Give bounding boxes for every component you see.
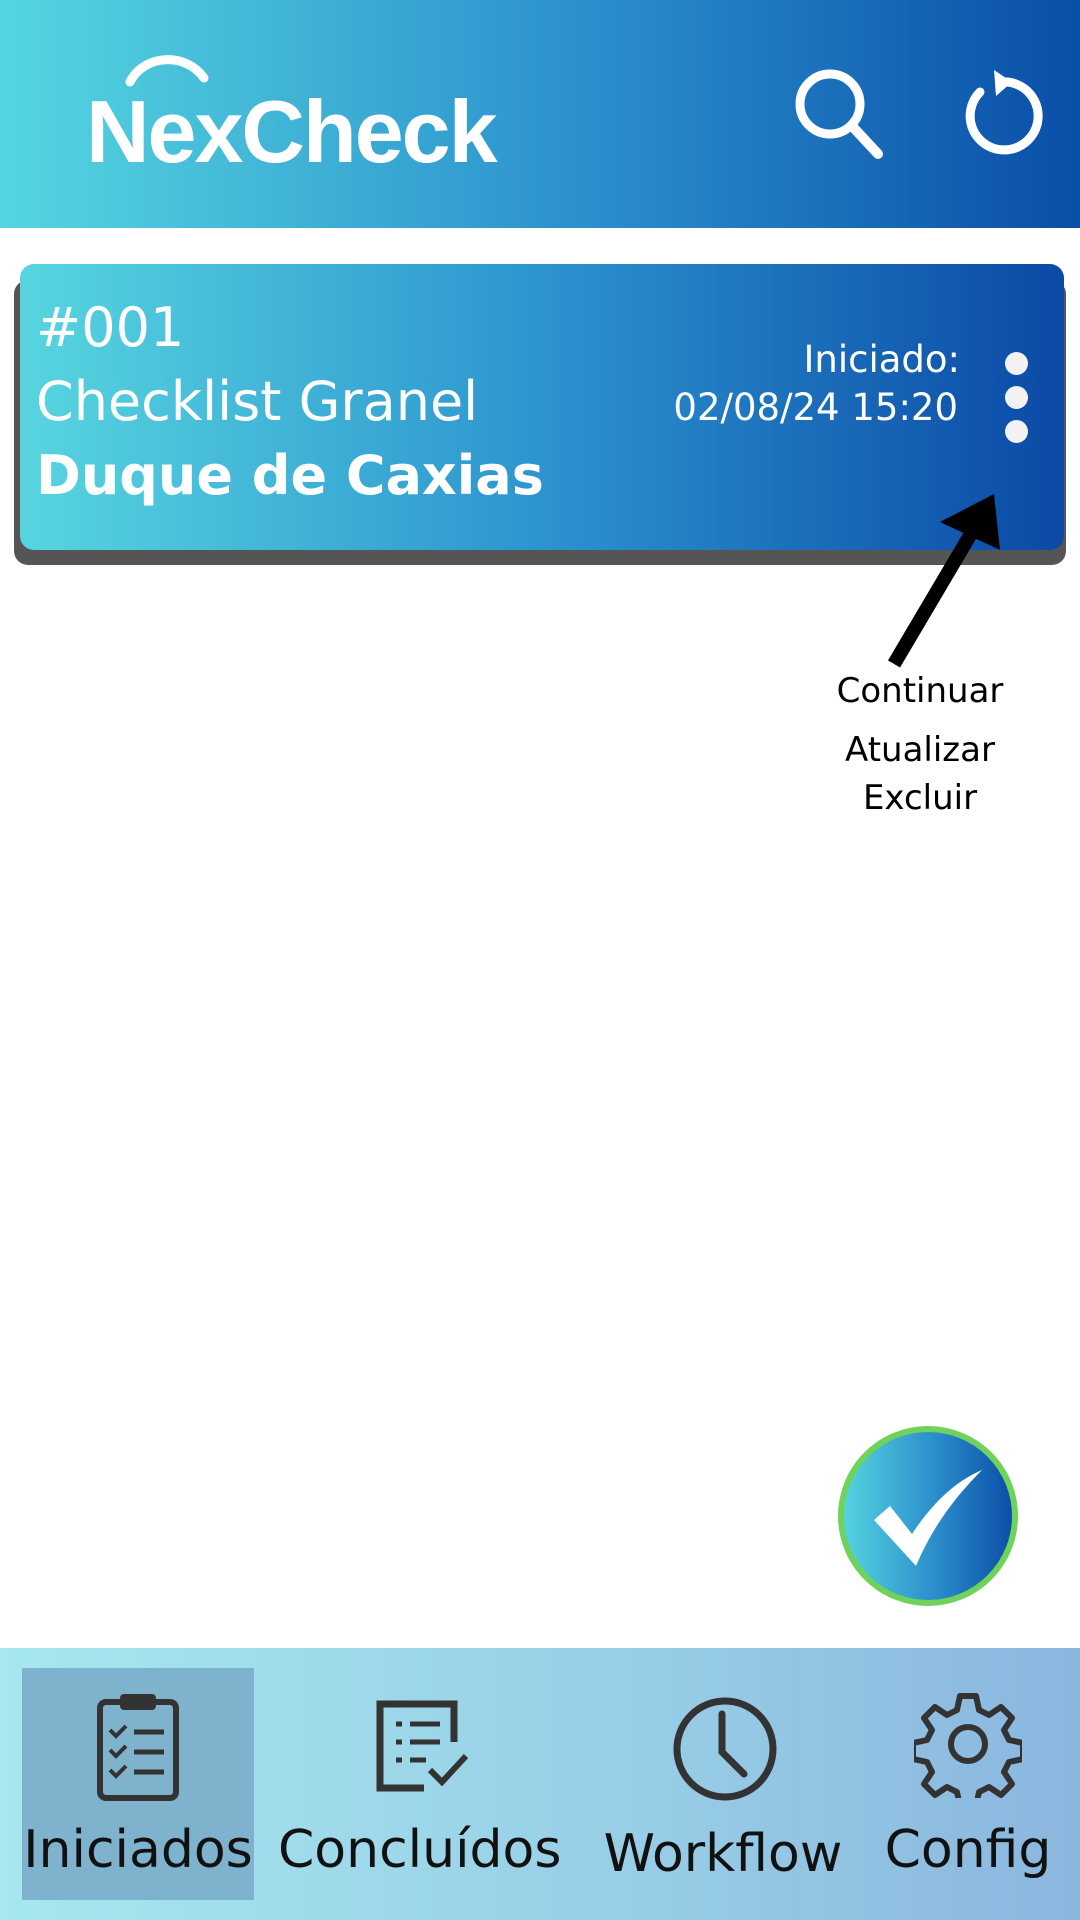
bottom-nav: Iniciados Concluídos Workflow Config: [0, 1648, 1080, 1920]
gear-icon: [914, 1693, 1022, 1798]
nav-label-config: Config: [884, 1820, 1052, 1880]
refresh-icon: [965, 70, 1043, 155]
nav-label-workflow: Workflow: [603, 1824, 843, 1884]
checklist-location: Duque de Caxias: [36, 444, 544, 507]
nav-label-concluidos: Concluídos: [278, 1820, 562, 1880]
clock-icon: [673, 1697, 777, 1801]
document-check-icon: [376, 1700, 469, 1792]
nav-label-iniciados: Iniciados: [23, 1820, 253, 1880]
nav-item-workflow[interactable]: Workflow: [590, 1648, 856, 1920]
search-button[interactable]: [790, 66, 890, 166]
app-header: NexCheck: [0, 0, 1080, 228]
menu-item-atualizar: Atualizar: [845, 730, 995, 770]
status-date: 02/08/24 15:20: [673, 386, 958, 429]
pointer-arrow-icon: [887, 494, 1000, 668]
nav-item-concluidos[interactable]: Concluídos: [278, 1648, 562, 1920]
nav-item-iniciados[interactable]: Iniciados: [22, 1648, 254, 1920]
checkmark-icon: [874, 1470, 982, 1566]
search-icon: [795, 69, 883, 159]
menu-item-excluir: Excluir: [862, 778, 978, 818]
checklist-name: Checklist Granel: [36, 370, 479, 433]
clipboard-checklist-icon: [97, 1694, 179, 1801]
refresh-button[interactable]: [950, 66, 1050, 166]
menu-item-continuar: Continuar: [836, 671, 1004, 711]
confirm-fab-button[interactable]: [838, 1426, 1018, 1606]
nav-item-config[interactable]: Config: [876, 1648, 1060, 1920]
more-options-button[interactable]: [996, 352, 1036, 462]
status-label: Iniciado:: [803, 338, 960, 381]
brand-name: NexCheck: [86, 82, 498, 181]
checklist-number: #001: [36, 296, 185, 359]
